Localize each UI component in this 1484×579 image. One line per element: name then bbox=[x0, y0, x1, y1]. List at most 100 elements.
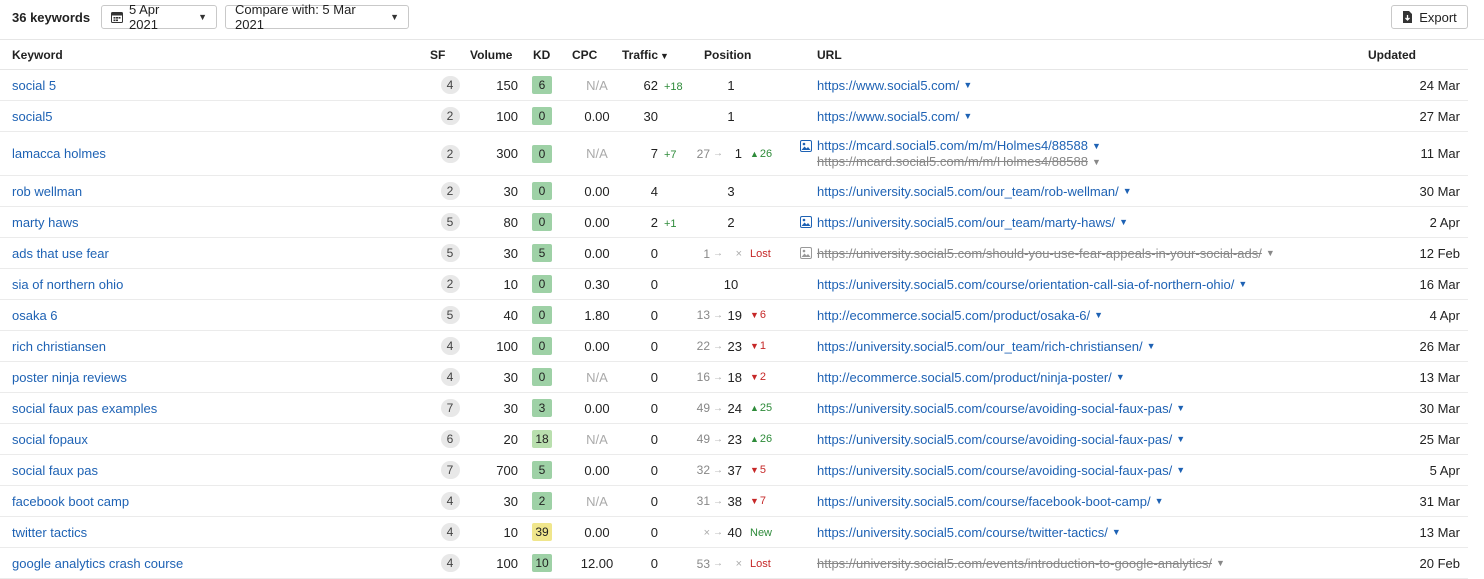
chevron-down-icon[interactable]: ▼ bbox=[1119, 217, 1128, 227]
table-row: ads that use fear 5 30 5 0.00 0 1 → × Lost https:/… bbox=[0, 237, 1468, 269]
keyword-link[interactable]: social5 bbox=[12, 109, 52, 124]
keyword-cell: social fopaux bbox=[0, 423, 430, 455]
serp-features-badge[interactable]: 5 bbox=[440, 306, 460, 324]
compare-date-button[interactable]: Compare with: 5 Mar 2021 ▼ bbox=[225, 2, 409, 32]
serp-features-badge[interactable]: 5 bbox=[440, 244, 460, 262]
keyword-link[interactable]: lamacca holmes bbox=[12, 146, 106, 161]
serp-features-badge[interactable]: 5 bbox=[440, 213, 460, 231]
kd-cell: 18 bbox=[532, 423, 572, 455]
keyword-cell: rob wellman bbox=[0, 175, 430, 207]
chevron-down-icon[interactable]: ▼ bbox=[1238, 279, 1247, 289]
url-link[interactable]: https://university.social5.com/course/tw… bbox=[817, 525, 1108, 540]
keyword-link[interactable]: rob wellman bbox=[12, 184, 82, 199]
keywords-count: 36 keywords bbox=[12, 10, 91, 25]
serp-features-badge[interactable]: 7 bbox=[440, 461, 460, 479]
cpc-cell: 0.00 bbox=[572, 392, 622, 424]
date-picker-button[interactable]: 5 Apr 2021 ▼ bbox=[101, 2, 217, 32]
keyword-link[interactable]: osaka 6 bbox=[12, 308, 58, 323]
column-header-updated[interactable]: Updated bbox=[1368, 40, 1468, 70]
serp-features-badge[interactable]: 4 bbox=[440, 492, 460, 510]
url-link[interactable]: http://ecommerce.social5.com/product/osa… bbox=[817, 308, 1090, 323]
chevron-down-icon[interactable]: ▼ bbox=[1176, 403, 1185, 413]
serp-features-badge[interactable]: 4 bbox=[440, 368, 460, 386]
chevron-down-icon[interactable]: ▼ bbox=[1123, 186, 1132, 196]
serp-features-badge[interactable]: 4 bbox=[440, 523, 460, 541]
url-link[interactable]: https://university.social5.com/course/av… bbox=[817, 463, 1172, 478]
url-cell: https://university.social5.com/course/or… bbox=[794, 268, 1368, 300]
chevron-down-icon[interactable]: ▼ bbox=[1155, 496, 1164, 506]
url-link[interactable]: https://university.social5.com/course/fa… bbox=[817, 494, 1151, 509]
url-link[interactable]: https://mcard.social5.com/m/m/Holmes4/88… bbox=[817, 138, 1088, 153]
column-header-kd[interactable]: KD bbox=[532, 40, 572, 70]
traffic-cell: 0 bbox=[622, 361, 694, 393]
chevron-down-icon[interactable]: ▼ bbox=[1094, 310, 1103, 320]
url-link[interactable]: https://university.social5.com/course/av… bbox=[817, 401, 1172, 416]
column-header-url[interactable]: URL bbox=[794, 40, 1368, 70]
chevron-down-icon[interactable]: ▼ bbox=[1266, 248, 1275, 258]
table-row: social5 2 100 0 0.00 30 1 https://www.social5.c… bbox=[0, 100, 1468, 132]
chevron-down-icon[interactable]: ▼ bbox=[1216, 558, 1225, 568]
url-link[interactable]: https://university.social5.com/our_team/… bbox=[817, 215, 1115, 230]
keyword-link[interactable]: ads that use fear bbox=[12, 246, 109, 261]
url-link[interactable]: https://university.social5.com/our_team/… bbox=[817, 339, 1143, 354]
cpc-cell: 0.30 bbox=[572, 268, 622, 300]
serp-features-badge[interactable]: 4 bbox=[440, 337, 460, 355]
export-button[interactable]: Export bbox=[1391, 5, 1468, 29]
keyword-link[interactable]: social faux pas bbox=[12, 463, 98, 478]
chevron-down-icon[interactable]: ▼ bbox=[1147, 341, 1156, 351]
keyword-link[interactable]: twitter tactics bbox=[12, 525, 87, 540]
chevron-down-icon[interactable]: ▼ bbox=[1116, 372, 1125, 382]
url-link[interactable]: https://www.social5.com/ bbox=[817, 109, 959, 124]
column-header-keyword[interactable]: Keyword bbox=[0, 40, 430, 70]
column-header-traffic[interactable]: Traffic ▼ bbox=[622, 40, 694, 70]
url-link[interactable]: https://www.social5.com/ bbox=[817, 78, 959, 93]
chevron-down-icon[interactable]: ▼ bbox=[963, 111, 972, 121]
column-header-position[interactable]: Position bbox=[694, 40, 794, 70]
image-serp-icon[interactable] bbox=[800, 216, 812, 228]
position-cell: 1 bbox=[694, 100, 794, 132]
kd-badge: 0 bbox=[532, 213, 552, 231]
previous-url-link[interactable]: https://mcard.social5.com/m/m/Holmes4/88… bbox=[817, 154, 1088, 169]
chevron-down-icon[interactable]: ▼ bbox=[1176, 434, 1185, 444]
chevron-down-icon[interactable]: ▼ bbox=[1092, 157, 1101, 167]
serp-features-badge[interactable]: 4 bbox=[440, 76, 460, 94]
column-header-volume[interactable]: Volume bbox=[470, 40, 532, 70]
serp-features-badge[interactable]: 2 bbox=[440, 275, 460, 293]
arrow-right-icon: → bbox=[713, 309, 723, 321]
url-link[interactable]: https://university.social5.com/course/or… bbox=[817, 277, 1234, 292]
keyword-link[interactable]: social faux pas examples bbox=[12, 401, 157, 416]
serp-features-badge[interactable]: 2 bbox=[440, 107, 460, 125]
keyword-link[interactable]: marty haws bbox=[12, 215, 78, 230]
chevron-down-icon[interactable]: ▼ bbox=[1092, 141, 1101, 151]
table-row: social fopaux 6 20 18 N/A 0 49 → 23 ▲ 26 https://un… bbox=[0, 423, 1468, 455]
keyword-link[interactable]: social fopaux bbox=[12, 432, 88, 447]
table-row: lamacca holmes 2 300 0 N/A 7 +7 27 → 1 ▲ 26 https://… bbox=[0, 131, 1468, 176]
keyword-link[interactable]: google analytics crash course bbox=[12, 556, 183, 571]
chevron-down-icon[interactable]: ▼ bbox=[1176, 465, 1185, 475]
serp-features-badge[interactable]: 4 bbox=[440, 554, 460, 572]
keyword-link[interactable]: poster ninja reviews bbox=[12, 370, 127, 385]
url-link[interactable]: http://ecommerce.social5.com/product/nin… bbox=[817, 370, 1112, 385]
url-link[interactable]: https://university.social5.com/should-yo… bbox=[817, 246, 1262, 261]
column-header-sf[interactable]: SF bbox=[430, 40, 470, 70]
image-serp-icon[interactable] bbox=[800, 139, 812, 152]
kd-cell: 3 bbox=[532, 392, 572, 424]
image-serp-icon[interactable] bbox=[800, 247, 812, 259]
chevron-down-icon[interactable]: ▼ bbox=[1112, 527, 1121, 537]
serp-features-badge[interactable]: 2 bbox=[440, 182, 460, 200]
serp-features-badge[interactable]: 6 bbox=[440, 430, 460, 448]
keyword-link[interactable]: sia of northern ohio bbox=[12, 277, 123, 292]
keyword-link[interactable]: facebook boot camp bbox=[12, 494, 129, 509]
position-change: ▲ 26 bbox=[750, 148, 772, 160]
serp-features-badge[interactable]: 7 bbox=[440, 399, 460, 417]
column-header-cpc[interactable]: CPC bbox=[572, 40, 622, 70]
kd-badge: 39 bbox=[532, 523, 552, 541]
chevron-down-icon[interactable]: ▼ bbox=[963, 80, 972, 90]
kd-badge: 0 bbox=[532, 306, 552, 324]
url-link[interactable]: https://university.social5.com/course/av… bbox=[817, 432, 1172, 447]
keyword-link[interactable]: rich christiansen bbox=[12, 339, 106, 354]
serp-features-badge[interactable]: 2 bbox=[440, 144, 460, 163]
keyword-link[interactable]: social 5 bbox=[12, 78, 56, 93]
url-link[interactable]: https://university.social5.com/events/in… bbox=[817, 556, 1212, 571]
url-link[interactable]: https://university.social5.com/our_team/… bbox=[817, 184, 1119, 199]
